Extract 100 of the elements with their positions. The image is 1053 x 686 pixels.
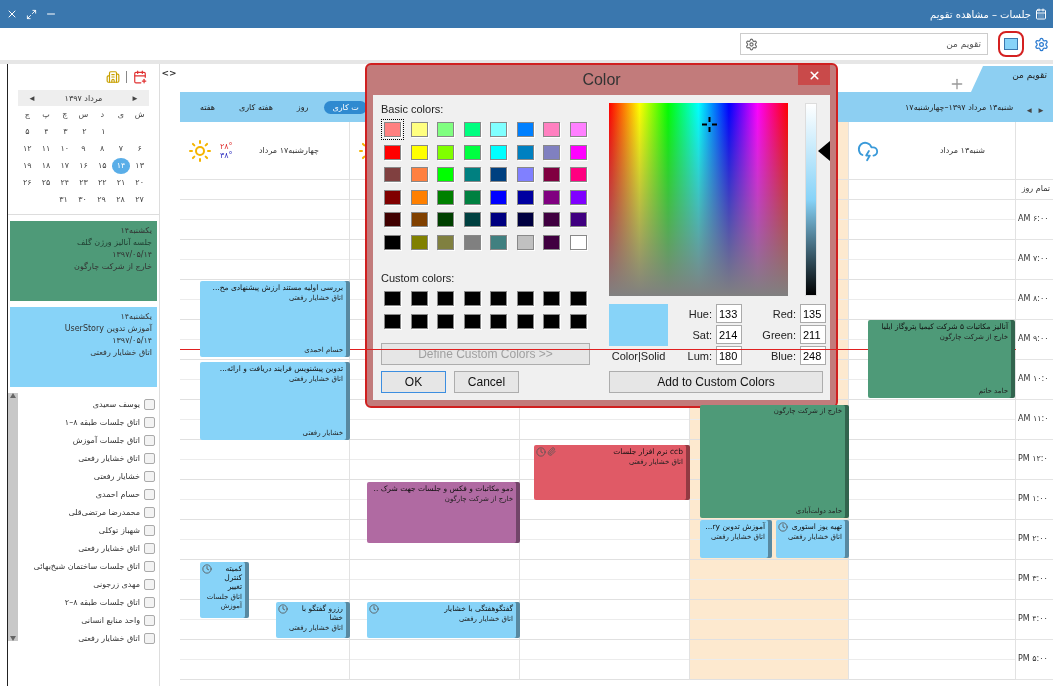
calendar-day[interactable]: ۸ (92, 140, 112, 157)
color-swatch[interactable] (384, 313, 401, 329)
number-field[interactable]: 180 (716, 346, 742, 365)
calendar-day[interactable]: ۲۶ (17, 174, 37, 191)
scrollbar[interactable] (8, 393, 18, 641)
settings-icon[interactable] (745, 37, 758, 51)
color-swatch[interactable] (434, 119, 457, 140)
checkbox[interactable] (144, 416, 155, 428)
luminance-pointer-icon[interactable] (818, 141, 830, 162)
color-swatch[interactable] (410, 291, 428, 306)
close-icon[interactable] (807, 68, 821, 82)
calendar-day[interactable]: ۱۳ (130, 157, 149, 174)
crosshair-icon[interactable] (701, 116, 717, 132)
color-swatch[interactable] (540, 164, 563, 185)
color-swatch[interactable] (463, 291, 481, 306)
number-field[interactable]: 214 (716, 325, 742, 344)
color-swatch[interactable] (490, 313, 507, 329)
search-box[interactable]: تقویم من (740, 33, 988, 55)
close-button[interactable] (798, 65, 830, 85)
color-swatch[interactable] (540, 209, 563, 230)
checkbox[interactable] (144, 524, 155, 536)
color-swatch[interactable] (384, 291, 401, 306)
checkbox[interactable] (144, 632, 155, 644)
color-swatch[interactable] (463, 313, 481, 329)
checkbox[interactable] (144, 398, 155, 410)
next-month-button[interactable]: ► (129, 93, 141, 103)
calendar-add-icon[interactable] (133, 70, 147, 84)
number-field[interactable]: 135 (800, 304, 826, 323)
color-swatch[interactable] (540, 119, 563, 140)
view-button[interactable]: روز (288, 100, 317, 114)
calendar-day[interactable]: ۴ (37, 123, 56, 140)
color-swatch[interactable] (381, 209, 404, 230)
checkbox[interactable] (144, 560, 155, 572)
next-button[interactable]: ► (1035, 105, 1047, 115)
calendar-day[interactable]: ۳ (56, 123, 75, 140)
calendar-day[interactable]: ۳۰ (73, 191, 92, 208)
number-field[interactable]: 133 (716, 304, 742, 323)
calendar-day[interactable]: ۱۹ (17, 157, 37, 174)
ok-button[interactable]: OK (381, 371, 446, 393)
checkbox[interactable] (144, 470, 155, 482)
calendar-day[interactable]: ۲۳ (74, 174, 93, 191)
color-swatch[interactable] (487, 119, 510, 140)
settings-icon[interactable] (1034, 36, 1049, 52)
calendar-day[interactable]: ۱۲ (17, 140, 37, 157)
calendar-day[interactable]: ۱۵ (92, 157, 112, 174)
calendar-day[interactable]: ۲ (75, 123, 94, 140)
number-field[interactable]: 211 (800, 325, 826, 344)
cancel-button[interactable]: Cancel (454, 371, 519, 393)
luminance-bar[interactable] (805, 103, 817, 296)
color-swatch[interactable] (569, 291, 587, 306)
calendar-day[interactable]: ۲۵ (36, 174, 56, 191)
number-field[interactable]: 248 (800, 346, 826, 365)
checkbox[interactable] (144, 542, 155, 554)
color-spectrum[interactable] (609, 103, 788, 296)
color-swatch[interactable] (543, 313, 560, 329)
color-swatch[interactable] (543, 291, 560, 306)
color-swatch[interactable] (410, 313, 428, 329)
calendar-day[interactable]: ۲۰ (130, 174, 149, 191)
color-swatch[interactable] (434, 209, 457, 230)
color-swatch[interactable] (381, 119, 404, 140)
checkbox[interactable] (144, 452, 155, 464)
checkbox[interactable] (144, 488, 155, 500)
maximize-icon[interactable] (26, 8, 37, 20)
calendar-day[interactable]: ۶ (130, 140, 149, 157)
calendar-day[interactable]: ۵ (18, 123, 37, 140)
color-swatch[interactable] (569, 313, 587, 329)
calendar-day[interactable]: ۲۴ (55, 174, 75, 191)
add-to-custom-colors-button[interactable]: Add to Custom Colors (609, 371, 823, 393)
calendar-tab[interactable]: تقویم من (971, 66, 1053, 92)
previous-button[interactable]: ◄ (1023, 105, 1036, 115)
calendar-day[interactable]: ۲۲ (92, 174, 112, 191)
agenda-card[interactable]: یکشنبه۱۴ آموزش تدوین UserStory ۱۳۹۷/۰۵/۱۴ اتاق خشایار رفعتی (10, 307, 157, 387)
calendar-day[interactable]: ۱۱ (36, 140, 56, 157)
color-swatch[interactable] (490, 291, 507, 306)
color-swatch[interactable] (487, 164, 510, 185)
color-swatch[interactable] (487, 209, 510, 230)
close-icon[interactable] (6, 8, 18, 20)
building-add-icon[interactable] (106, 70, 120, 84)
scroll-up-icon[interactable] (10, 393, 16, 398)
color-swatch[interactable] (437, 313, 454, 329)
color-swatch[interactable] (381, 164, 404, 185)
checkbox[interactable] (144, 596, 155, 608)
calendar-day[interactable]: ۲۹ (92, 191, 111, 208)
view-button[interactable]: هفته (192, 100, 223, 114)
agenda-card[interactable]: یکشنبه۱۴ جلسه آنالیز ورژن گلف ۱۳۹۷/۰۵/۱۴ خارج از شرکت چارگون (10, 221, 157, 301)
all-day-cell[interactable] (849, 180, 1016, 200)
calendar-day[interactable]: ۱۰ (55, 140, 75, 157)
all-day-cell[interactable] (180, 180, 350, 200)
color-swatch[interactable] (434, 164, 457, 185)
checkbox[interactable] (144, 434, 155, 446)
calendar-day[interactable]: ۱۶ (74, 157, 93, 174)
calendar-day[interactable]: ۲۷ (130, 191, 149, 208)
calendar-day[interactable]: ۲۱ (111, 174, 131, 191)
calendar-day[interactable]: ۳۱ (54, 191, 73, 208)
color-swatch[interactable] (437, 291, 454, 306)
checkbox[interactable] (144, 614, 155, 626)
scroll-down-icon[interactable] (10, 636, 16, 641)
calendar-day[interactable]: ۷ (111, 140, 131, 157)
view-button[interactable]: هفته کاری (230, 100, 281, 114)
calendar-day[interactable]: ۹ (74, 140, 93, 157)
